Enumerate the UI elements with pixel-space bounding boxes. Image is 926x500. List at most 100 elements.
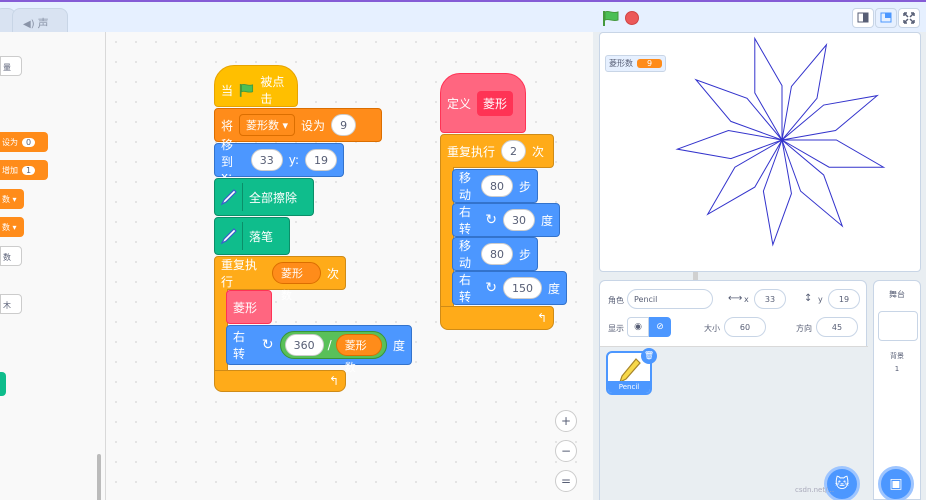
palette-block-change-variable[interactable]: 增加 1 — [0, 160, 48, 180]
palette-label: 增加 — [2, 166, 18, 175]
repeat-block[interactable]: 重复执行 菱形数 次 — [214, 256, 346, 302]
image-icon: ▣ — [889, 476, 903, 492]
define-repeat-count[interactable]: 2 — [501, 140, 527, 162]
y-field[interactable]: 19 — [828, 289, 860, 309]
pen-clear-block[interactable]: 全部擦除 — [214, 178, 314, 216]
green-flag-icon[interactable] — [602, 10, 620, 26]
palette-block-list[interactable]: 数 — [0, 246, 22, 266]
goto-xy-block[interactable]: 移到 x: 33 y: 19 — [214, 138, 344, 184]
repeat-label: 重复执行 — [221, 258, 258, 289]
normal-stage-button[interactable] — [875, 8, 897, 28]
pen-icon — [215, 222, 243, 250]
turn-right-block[interactable]: 右转 ↻ 360 / 菱形数 度 — [226, 325, 412, 374]
hat-label: 当 — [221, 83, 234, 98]
show-label: 显示 — [608, 324, 624, 333]
size-field[interactable]: 60 — [724, 317, 766, 337]
turn-right-block[interactable]: 右转 ↻ 150 度 — [452, 271, 567, 305]
zoom-out-icon: − — [560, 444, 572, 458]
rhombus-petal — [694, 78, 783, 141]
goto-x-input[interactable]: 33 — [250, 149, 283, 171]
turn-right-icon: ↻ — [485, 280, 497, 296]
sprite-info: 角色 Pencil ⟷ x 33 ↕ y 19 显示 ◉ ⊘ 大小 60 方向 … — [600, 281, 868, 347]
loop-arrow-icon: ↰ — [536, 311, 547, 325]
x-field[interactable]: 33 — [754, 289, 786, 309]
turn-degrees-input[interactable]: 150 — [502, 277, 542, 299]
trash-icon: 🗑 — [643, 351, 655, 360]
palette-block-make-block[interactable]: 木 — [0, 294, 22, 314]
watermark: csdn.net/... — [795, 486, 835, 494]
stage[interactable]: 菱形数 9 — [599, 32, 921, 272]
tab-sounds[interactable]: ◀)声音 — [12, 8, 68, 46]
palette-block-make-variable[interactable]: 量 — [0, 56, 22, 76]
move-steps-block[interactable]: 移动 80 步 — [452, 237, 538, 271]
zoom-in-button[interactable]: + — [555, 410, 577, 432]
show-visible-button[interactable]: ◉ — [627, 317, 649, 337]
speaker-icon: ◀) — [23, 19, 35, 30]
turn-degrees-input[interactable]: 30 — [502, 209, 535, 231]
goto-y-input[interactable]: 19 — [305, 149, 337, 171]
define-repeat-suffix: 次 — [532, 144, 545, 159]
fullscreen-button[interactable] — [898, 8, 920, 28]
call-rhombus-block[interactable]: 菱形 — [226, 290, 272, 324]
define-block[interactable]: 定义 菱形 — [440, 73, 526, 133]
define-repeat-footer: ↰ — [440, 306, 554, 330]
repeat-count-reporter[interactable]: 菱形数 — [272, 262, 321, 302]
palette-label: 数 ▾ — [2, 223, 17, 232]
set-mid-label: 设为 — [301, 118, 326, 133]
divide-operator[interactable]: 360 / 菱形数 — [279, 331, 387, 374]
set-value-input[interactable]: 9 — [331, 114, 357, 136]
rhombus-petal — [781, 43, 828, 141]
move-steps-input[interactable]: 80 — [480, 243, 513, 265]
zoom-out-button[interactable]: − — [555, 440, 577, 462]
move-steps-block[interactable]: 移动 80 步 — [452, 169, 538, 203]
hide-sprite-button[interactable]: ⊘ — [649, 317, 671, 337]
stop-button[interactable] — [625, 11, 639, 25]
turn-suffix: 度 — [547, 281, 560, 296]
divide-left-input[interactable]: 360 — [284, 334, 324, 356]
sprite-name-label: 角色 — [608, 296, 624, 305]
set-label: 将 — [221, 118, 234, 133]
turn-right-icon: ↻ — [485, 212, 497, 228]
repeat-block-footer: ↰ — [214, 370, 346, 392]
small-stage-button[interactable] — [852, 8, 874, 28]
palette-block-pen[interactable] — [0, 372, 6, 396]
palette-block-hide-variable[interactable]: 数 ▾ — [0, 217, 24, 237]
variable-dropdown-label: 菱形数 — [246, 119, 280, 132]
eye-slash-icon: ⊘ — [656, 322, 664, 332]
move-label: 移动 — [459, 239, 472, 270]
divide-right-reporter[interactable]: 菱形数 — [335, 334, 382, 374]
choose-backdrop-button[interactable]: ▣ — [878, 466, 914, 500]
green-flag-icon — [239, 83, 254, 97]
goto-label: 移到 x: — [221, 138, 234, 184]
pen-down-block[interactable]: 落笔 — [214, 217, 290, 255]
rhombus-petal — [781, 139, 844, 228]
rhombus-petal — [754, 36, 783, 141]
define-repeat-label: 重复执行 — [447, 144, 496, 159]
palette-label: 量 — [3, 63, 11, 72]
choose-sprite-button[interactable]: 🐱 — [824, 466, 860, 500]
zoom-in-icon: + — [560, 414, 572, 428]
define-label: 定义 — [447, 96, 472, 111]
variable-dropdown[interactable]: 菱形数 ▾ — [239, 114, 296, 136]
size-label: 大小 — [704, 324, 720, 333]
define-repeat-block[interactable]: 重复执行 2 次 — [440, 134, 554, 168]
backdrops-label: 背景 — [890, 352, 904, 360]
palette-block-show-variable[interactable]: 数 ▾ — [0, 189, 24, 209]
direction-field[interactable]: 45 — [816, 317, 858, 337]
stage-panel-title: 舞台 — [889, 290, 905, 299]
sprite-thumbnail-label: Pencil — [608, 381, 650, 393]
sprite-name-field[interactable]: Pencil — [627, 289, 713, 309]
delete-sprite-button[interactable]: 🗑 — [641, 348, 657, 364]
turn-right-icon: ↻ — [261, 337, 274, 353]
move-steps-input[interactable]: 80 — [480, 175, 513, 197]
zoom-reset-button[interactable]: = — [555, 470, 577, 492]
turn-right-block[interactable]: 右转 ↻ 30 度 — [452, 203, 560, 237]
direction-label: 方向 — [796, 324, 812, 333]
block-palette: 量 设为 0 增加 1 数 ▾ 数 ▾ 数 木 — [0, 32, 106, 500]
turn-suffix: 度 — [392, 338, 405, 353]
palette-block-set-variable[interactable]: 设为 0 — [0, 132, 48, 152]
when-flag-clicked-block[interactable]: 当 被点击 — [214, 65, 298, 107]
palette-scrollbar[interactable] — [97, 454, 101, 500]
clear-label: 全部擦除 — [249, 190, 298, 205]
stage-thumbnail[interactable] — [878, 311, 918, 341]
